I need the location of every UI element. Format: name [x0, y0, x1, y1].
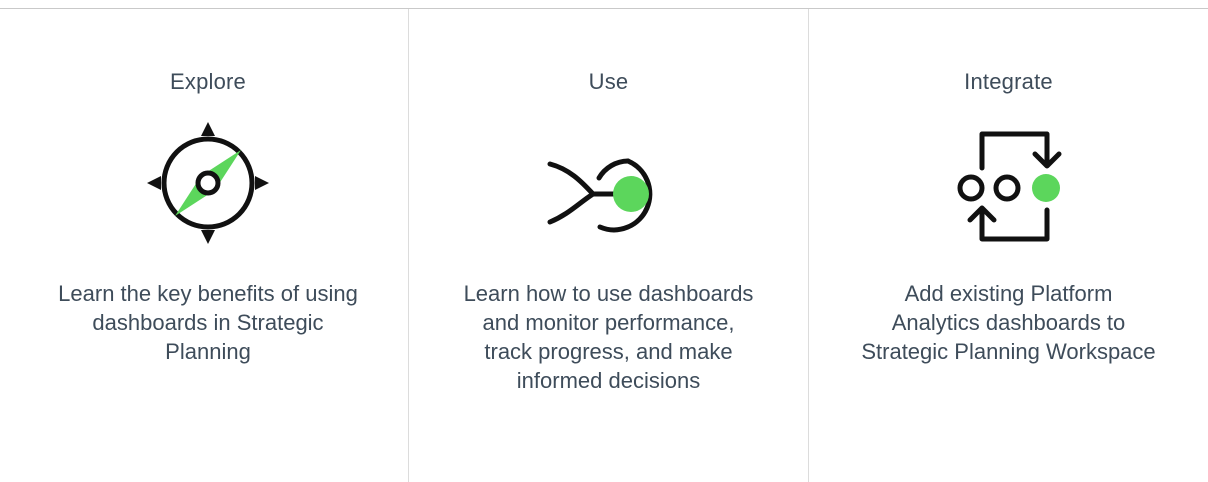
- cycle-arrows-icon: [947, 121, 1071, 245]
- merge-target-icon: [547, 121, 671, 245]
- card-title: Integrate: [964, 69, 1053, 94]
- card-title: Explore: [170, 69, 246, 94]
- card-description: Add existing Platform Analytics dashboar…: [861, 281, 1156, 364]
- card-description: Learn how to use dashboards and monitor …: [463, 281, 754, 393]
- card-description: Learn the key benefits of using dashboar…: [58, 281, 358, 364]
- card-title: Use: [588, 69, 629, 94]
- compass-icon: [146, 121, 270, 245]
- feature-cards: Explore Learn the key benefits of using …: [8, 9, 1208, 482]
- explore-card[interactable]: Explore Learn the key benefits of using …: [8, 9, 408, 482]
- use-card[interactable]: Use Learn how to use dashboards and moni…: [408, 9, 808, 482]
- integrate-card[interactable]: Integrate Add existing Platform Analytic…: [808, 9, 1208, 482]
